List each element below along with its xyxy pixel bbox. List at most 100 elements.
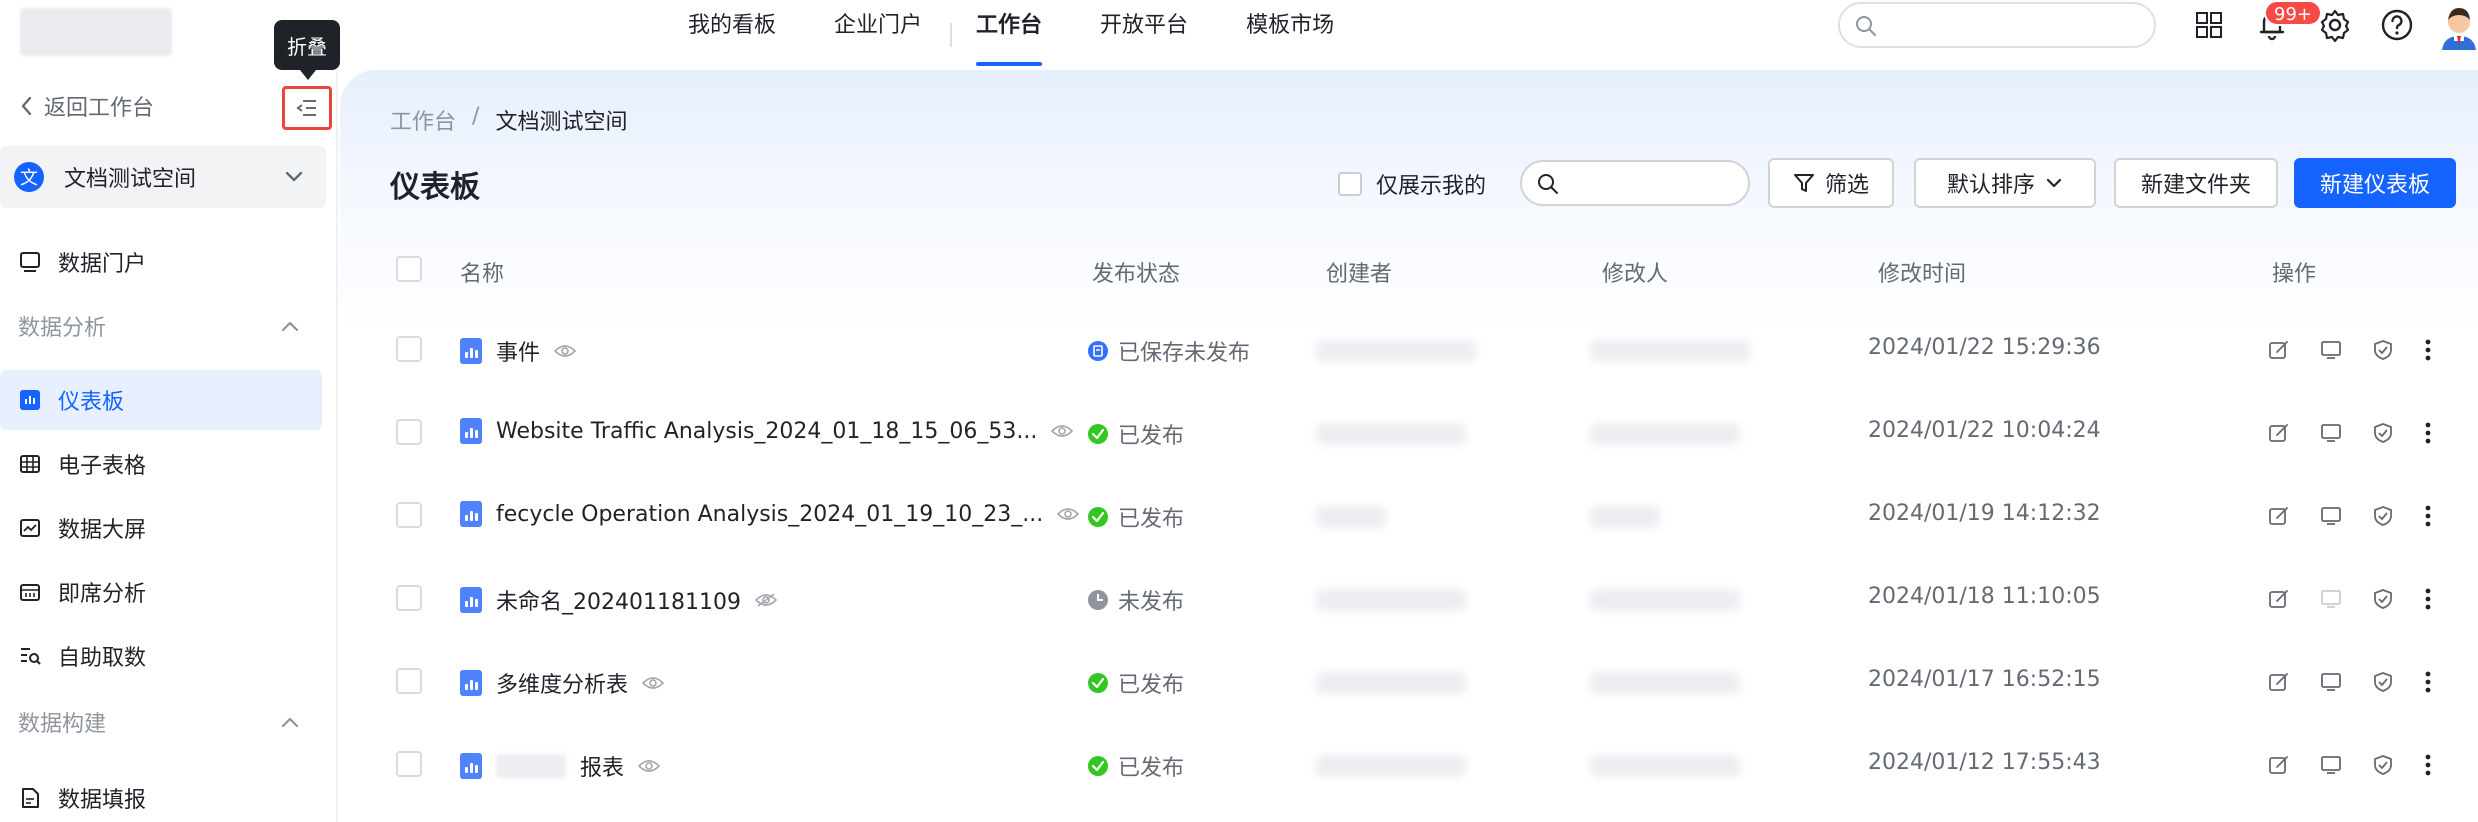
eye-off-icon[interactable] bbox=[754, 592, 777, 608]
more-options-icon[interactable] bbox=[2424, 753, 2432, 777]
apps-grid-icon[interactable] bbox=[2194, 10, 2224, 40]
global-search-input[interactable] bbox=[1838, 2, 2156, 48]
nav-template-market[interactable]: 模板市场 bbox=[1246, 0, 1334, 70]
row-creator-redacted bbox=[1316, 506, 1386, 528]
row-checkbox[interactable] bbox=[396, 336, 422, 362]
search-icon bbox=[1538, 174, 1558, 194]
column-header-name: 名称 bbox=[460, 262, 505, 287]
sidebar-item-self-service-fetch[interactable]: 自助取数 bbox=[0, 626, 322, 686]
avatar[interactable] bbox=[2440, 2, 2478, 50]
eye-icon[interactable] bbox=[638, 758, 661, 774]
eye-icon[interactable] bbox=[1057, 506, 1080, 522]
nav-my-boards[interactable]: 我的看板 bbox=[688, 0, 776, 70]
row-name-cell[interactable]: fecycle Operation Analysis_2024_01_19_10… bbox=[460, 501, 1080, 527]
row-name-cell[interactable]: Website Traffic Analysis_2024_01_18_15_0… bbox=[460, 418, 1074, 444]
row-checkbox[interactable] bbox=[396, 751, 422, 777]
checkbox[interactable] bbox=[1338, 172, 1362, 196]
sort-dropdown[interactable]: 默认排序 bbox=[1914, 158, 2096, 208]
new-folder-button[interactable]: 新建文件夹 bbox=[2114, 158, 2278, 208]
nav-workbench[interactable]: 工作台 bbox=[976, 0, 1043, 70]
present-icon[interactable] bbox=[2320, 422, 2342, 444]
eye-icon[interactable] bbox=[554, 343, 577, 359]
sidebar-item-spreadsheet[interactable]: 电子表格 bbox=[0, 434, 322, 494]
breadcrumb-root[interactable]: 工作台 bbox=[390, 104, 456, 136]
nav-divider bbox=[950, 23, 953, 47]
chevron-up-icon bbox=[281, 321, 299, 332]
more-options-icon[interactable] bbox=[2424, 504, 2432, 528]
row-creator-redacted bbox=[1316, 423, 1466, 445]
only-mine-label: 仅展示我的 bbox=[1376, 174, 1487, 199]
chevron-left-icon bbox=[21, 96, 32, 116]
row-modified-time: 2024/01/12 17:55:43 bbox=[1868, 750, 2101, 775]
more-options-icon[interactable] bbox=[2424, 421, 2432, 445]
more-options-icon[interactable] bbox=[2424, 338, 2432, 362]
collapse-sidebar-button[interactable] bbox=[282, 86, 332, 130]
eye-icon[interactable] bbox=[1051, 423, 1074, 439]
sidebar-item-data-portal[interactable]: 数据门户 bbox=[0, 232, 322, 292]
chevron-up-icon bbox=[281, 717, 299, 728]
row-name-cell[interactable]: 未命名_202401181109 bbox=[460, 584, 777, 616]
group-data-build[interactable]: 数据构建 bbox=[18, 706, 300, 738]
row-checkbox[interactable] bbox=[396, 502, 422, 528]
more-options-icon[interactable] bbox=[2424, 670, 2432, 694]
row-name-cell[interactable]: 报表 bbox=[460, 750, 661, 782]
page-title: 仪表板 bbox=[390, 170, 480, 205]
edit-icon[interactable] bbox=[2268, 505, 2290, 527]
edit-icon[interactable] bbox=[2268, 422, 2290, 444]
row-actions bbox=[2268, 670, 2432, 694]
row-modifier-redacted bbox=[1590, 506, 1660, 528]
nav-enterprise-portal[interactable]: 企业门户 bbox=[834, 0, 922, 70]
sidebar-item-data-screen[interactable]: 数据大屏 bbox=[0, 498, 322, 558]
nav-open-platform[interactable]: 开放平台 bbox=[1100, 0, 1188, 70]
group-label: 数据构建 bbox=[18, 712, 107, 737]
present-icon[interactable] bbox=[2320, 671, 2342, 693]
row-modified-time: 2024/01/18 11:10:05 bbox=[1868, 584, 2101, 609]
row-status: 未发布 bbox=[1118, 590, 1185, 615]
adhoc-icon bbox=[18, 580, 42, 604]
sort-label: 默认排序 bbox=[1946, 173, 2035, 198]
select-all-checkbox[interactable] bbox=[396, 256, 422, 282]
gear-icon[interactable] bbox=[2318, 8, 2352, 42]
permission-shield-icon[interactable] bbox=[2372, 422, 2394, 444]
sidebar-item-data-entry[interactable]: 数据填报 bbox=[0, 768, 322, 822]
filter-button[interactable]: 筛选 bbox=[1768, 158, 1894, 208]
workspace-icon: 文 bbox=[14, 162, 44, 192]
permission-shield-icon[interactable] bbox=[2372, 588, 2394, 610]
permission-shield-icon[interactable] bbox=[2372, 671, 2394, 693]
permission-shield-icon[interactable] bbox=[2372, 754, 2394, 776]
workspace-selector[interactable]: 文 文档测试空间 bbox=[0, 146, 326, 208]
permission-shield-icon[interactable] bbox=[2372, 339, 2394, 361]
help-icon[interactable] bbox=[2380, 8, 2414, 42]
row-checkbox[interactable] bbox=[396, 668, 422, 694]
eye-icon[interactable] bbox=[642, 675, 665, 691]
column-header-creator: 创建者 bbox=[1326, 262, 1393, 287]
sidebar-item-adhoc-analysis[interactable]: 即席分析 bbox=[0, 562, 322, 622]
present-icon[interactable] bbox=[2320, 754, 2342, 776]
column-header-modifier: 修改人 bbox=[1602, 262, 1669, 287]
present-icon[interactable] bbox=[2320, 339, 2342, 361]
row-name-cell[interactable]: 事件 bbox=[460, 335, 577, 367]
sidebar-item-dashboard[interactable]: 仪表板 bbox=[0, 370, 322, 430]
row-name-cell[interactable]: 多维度分析表 bbox=[460, 667, 665, 699]
present-icon bbox=[2320, 588, 2342, 610]
sidebar-item-label: 即席分析 bbox=[58, 582, 147, 607]
back-to-workbench-link[interactable]: 返回工作台 bbox=[18, 90, 154, 122]
group-data-analysis[interactable]: 数据分析 bbox=[18, 310, 300, 342]
sidebar-item-label: 数据大屏 bbox=[58, 518, 147, 543]
published-status-icon bbox=[1088, 756, 1108, 776]
new-dashboard-button[interactable]: 新建仪表板 bbox=[2294, 158, 2456, 208]
edit-icon[interactable] bbox=[2268, 671, 2290, 693]
edit-icon[interactable] bbox=[2268, 754, 2290, 776]
dashboard-search-input[interactable] bbox=[1520, 160, 1750, 206]
row-name: 报表 bbox=[580, 756, 625, 781]
published-status-icon bbox=[1088, 673, 1108, 693]
row-checkbox[interactable] bbox=[396, 419, 422, 445]
permission-shield-icon[interactable] bbox=[2372, 505, 2394, 527]
row-checkbox[interactable] bbox=[396, 585, 422, 611]
monitor-icon bbox=[18, 250, 42, 274]
present-icon[interactable] bbox=[2320, 505, 2342, 527]
more-options-icon[interactable] bbox=[2424, 587, 2432, 611]
edit-icon[interactable] bbox=[2268, 339, 2290, 361]
edit-icon[interactable] bbox=[2268, 588, 2290, 610]
only-mine-checkbox[interactable]: 仅展示我的 bbox=[1338, 168, 1486, 200]
